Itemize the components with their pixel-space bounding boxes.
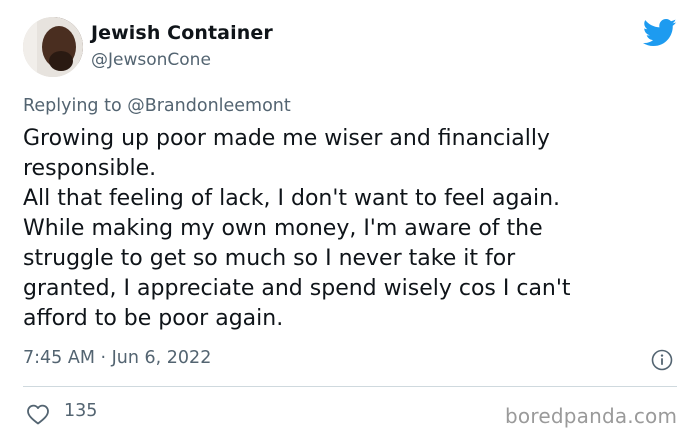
divider — [23, 386, 677, 387]
replying-to: Replying to @Brandonleemont — [23, 96, 291, 116]
author-name[interactable]: Jewish Container — [91, 22, 273, 44]
like-count[interactable]: 135 — [64, 401, 97, 421]
heart-icon[interactable] — [26, 403, 50, 425]
tweet-line: granted, I appreciate and spend wisely c… — [23, 276, 571, 301]
info-icon[interactable] — [651, 349, 673, 371]
tweet-line: While making my own money, I'm aware of … — [23, 216, 543, 241]
tweet-line: afford to be poor again. — [23, 306, 284, 331]
author-handle[interactable]: @JewsonCone — [91, 50, 211, 70]
reply-mention-link[interactable]: @Brandonleemont — [127, 96, 291, 116]
tweet-card: Jewish Container @JewsonCone Replying to… — [0, 0, 700, 441]
twitter-bird-icon[interactable] — [643, 18, 677, 48]
tweet-line: All that feeling of lack, I don't want t… — [23, 186, 561, 211]
tweet-line: struggle to get so much so I never take … — [23, 246, 516, 271]
watermark: boredpanda.com — [505, 404, 678, 428]
avatar[interactable] — [23, 17, 83, 77]
tweet-text: Growing up poor made me wiser and financ… — [23, 124, 673, 334]
replying-prefix: Replying to — [23, 96, 128, 116]
avatar-photo — [23, 17, 83, 77]
tweet-timestamp[interactable]: 7:45 AM · Jun 6, 2022 — [23, 348, 211, 368]
tweet-line: responsible. — [23, 156, 157, 181]
tweet-line: Growing up poor made me wiser and financ… — [23, 126, 550, 151]
